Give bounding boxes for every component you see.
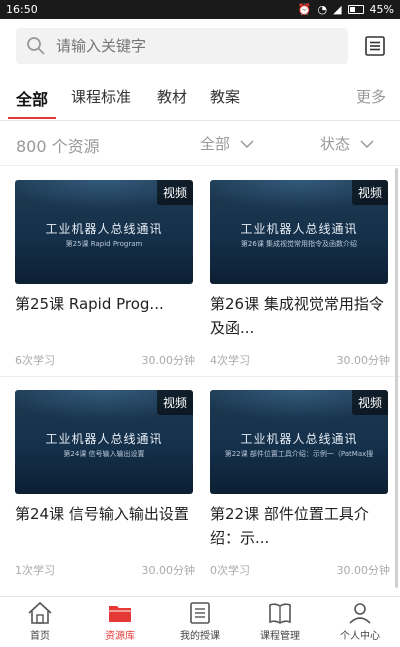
scrollbar[interactable] <box>395 168 398 588</box>
tab-course-standard[interactable]: 课程标准 <box>71 86 131 107</box>
state-filter-label: 状态 <box>320 135 351 153</box>
bottom-nav: 首页 资源库 我的授课 课程管理 个人中心 <box>0 596 400 647</box>
menu-button[interactable] <box>362 33 388 59</box>
thumbnail-title: 工业机器人总线通讯 <box>45 432 163 446</box>
search-row <box>16 28 388 64</box>
thumbnail-subtitle: 第24课 信号输入输出设置 <box>63 450 145 458</box>
list-icon <box>190 602 210 624</box>
video-thumbnail[interactable]: 工业机器人总线通讯 第26课 集成视觉常用指令及函数介绍 视频 <box>210 180 388 284</box>
study-count: 0次学习 <box>210 564 250 577</box>
resource-title[interactable]: 第22课 部件位置工具介绍：示... <box>210 502 390 550</box>
status-time: 16:50 <box>6 3 38 16</box>
resource-meta: 6次学习 30.00分钟 <box>15 352 195 368</box>
thumbnail-title: 工业机器人总线通讯 <box>240 222 358 236</box>
tab-lesson-plan[interactable]: 教案 <box>210 86 240 107</box>
battery-icon <box>347 5 364 14</box>
video-badge: 视频 <box>156 180 193 205</box>
study-count: 6次学习 <box>15 354 55 367</box>
home-icon <box>28 601 52 624</box>
resource-card[interactable]: 工业机器人总线通讯 第25课 Rapid Program 视频 第25课 Rap… <box>15 180 195 368</box>
resource-title[interactable]: 第26课 集成视觉常用指令及函... <box>210 292 390 340</box>
video-thumbnail[interactable]: 工业机器人总线通讯 第25课 Rapid Program 视频 <box>15 180 193 284</box>
search-input[interactable] <box>54 36 298 56</box>
thumbnail-title: 工业机器人总线通讯 <box>240 432 358 446</box>
video-badge: 视频 <box>351 180 388 205</box>
nav-label: 课程管理 <box>260 631 300 642</box>
video-thumbnail[interactable]: 工业机器人总线通讯 第24课 信号输入输出设置 视频 <box>15 390 193 494</box>
nav-label: 我的授课 <box>180 631 220 642</box>
scope-filter-label: 全部 <box>200 135 231 153</box>
duration: 30.00分钟 <box>336 354 391 367</box>
video-badge: 视频 <box>156 390 193 415</box>
resource-title[interactable]: 第25课 Rapid Prog... <box>15 292 195 340</box>
resource-meta: 1次学习 30.00分钟 <box>15 562 195 578</box>
chevron-down-icon <box>240 139 254 148</box>
state-filter[interactable]: 状态 <box>320 133 374 154</box>
nav-my-teaching[interactable]: 我的授课 <box>160 597 240 647</box>
scope-filter[interactable]: 全部 <box>200 133 254 154</box>
user-icon <box>349 603 371 624</box>
nav-label: 个人中心 <box>340 631 380 642</box>
menu-icon <box>365 36 385 56</box>
duration: 30.00分钟 <box>336 564 391 577</box>
tab-all[interactable]: 全部 <box>16 86 48 110</box>
nav-label: 首页 <box>30 631 50 642</box>
duration: 30.00分钟 <box>141 354 196 367</box>
resource-meta: 0次学习 30.00分钟 <box>210 562 390 578</box>
signal-icon: ◢ <box>333 3 342 16</box>
folder-icon <box>109 606 131 622</box>
thumbnail-subtitle: 第22课 部件位置工具介绍：示例一（PatMax搜 <box>224 450 374 458</box>
battery-percent: 45% <box>369 3 394 16</box>
wifi-icon: ◔ <box>317 3 328 16</box>
resource-card[interactable]: 工业机器人总线通讯 第26课 集成视觉常用指令及函数介绍 视频 第26课 集成视… <box>210 180 390 368</box>
alarm-icon: ⏰ <box>297 3 312 16</box>
resource-title[interactable]: 第24课 信号输入输出设置 <box>15 502 195 550</box>
tab-textbook[interactable]: 教材 <box>157 86 187 107</box>
resource-card[interactable]: 工业机器人总线通讯 第22课 部件位置工具介绍：示例一（PatMax搜 视频 第… <box>210 390 390 578</box>
nav-label: 资源库 <box>105 631 135 642</box>
chevron-down-icon <box>360 139 374 148</box>
status-bar: 16:50 ⏰ ◔ ◢ 45% <box>0 0 400 19</box>
study-count: 1次学习 <box>15 564 55 577</box>
more-button[interactable]: 更多 <box>356 86 386 107</box>
nav-course-management[interactable]: 课程管理 <box>240 597 320 647</box>
duration: 30.00分钟 <box>141 564 196 577</box>
row-divider <box>0 376 400 377</box>
video-thumbnail[interactable]: 工业机器人总线通讯 第22课 部件位置工具介绍：示例一（PatMax搜 视频 <box>210 390 388 494</box>
resource-meta: 4次学习 30.00分钟 <box>210 352 390 368</box>
thumbnail-title: 工业机器人总线通讯 <box>45 222 163 236</box>
active-tab-indicator <box>8 117 56 119</box>
nav-resource-library[interactable]: 资源库 <box>80 597 160 647</box>
thumbnail-subtitle: 第26课 集成视觉常用指令及函数介绍 <box>240 240 358 248</box>
filter-row: 800 个资源 全部 状态 <box>0 121 400 166</box>
resource-card[interactable]: 工业机器人总线通讯 第24课 信号输入输出设置 视频 第24课 信号输入输出设置… <box>15 390 195 578</box>
study-count: 4次学习 <box>210 354 250 367</box>
search-box[interactable] <box>16 28 348 64</box>
resource-count: 800 个资源 <box>16 137 100 156</box>
category-tabs: 全部 课程标准 教材 教案 更多 <box>0 80 400 121</box>
search-icon <box>27 37 45 55</box>
nav-personal-center[interactable]: 个人中心 <box>320 597 400 647</box>
video-badge: 视频 <box>351 390 388 415</box>
book-icon <box>269 603 291 624</box>
thumbnail-subtitle: 第25课 Rapid Program <box>65 240 143 248</box>
nav-home[interactable]: 首页 <box>0 597 80 647</box>
